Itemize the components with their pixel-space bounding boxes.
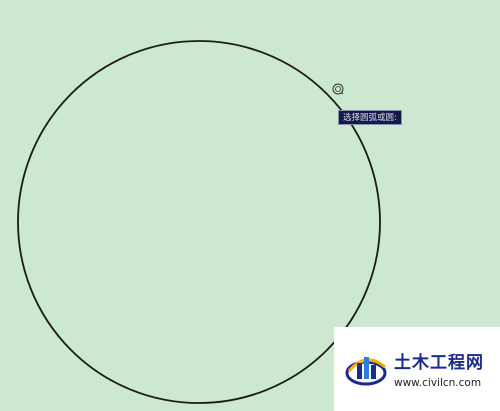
civilcn-logo-icon xyxy=(345,357,387,386)
watermark-url: www.civilcn.com xyxy=(394,377,482,389)
drawn-circle[interactable] xyxy=(17,40,381,404)
command-prompt-tooltip: 选择圆弧或圆: xyxy=(338,110,402,125)
watermark-banner: 土木工程网 www.civilcn.com xyxy=(334,327,500,411)
pickbox-cursor-icon xyxy=(332,83,344,95)
watermark-title: 土木工程网 xyxy=(394,353,484,373)
